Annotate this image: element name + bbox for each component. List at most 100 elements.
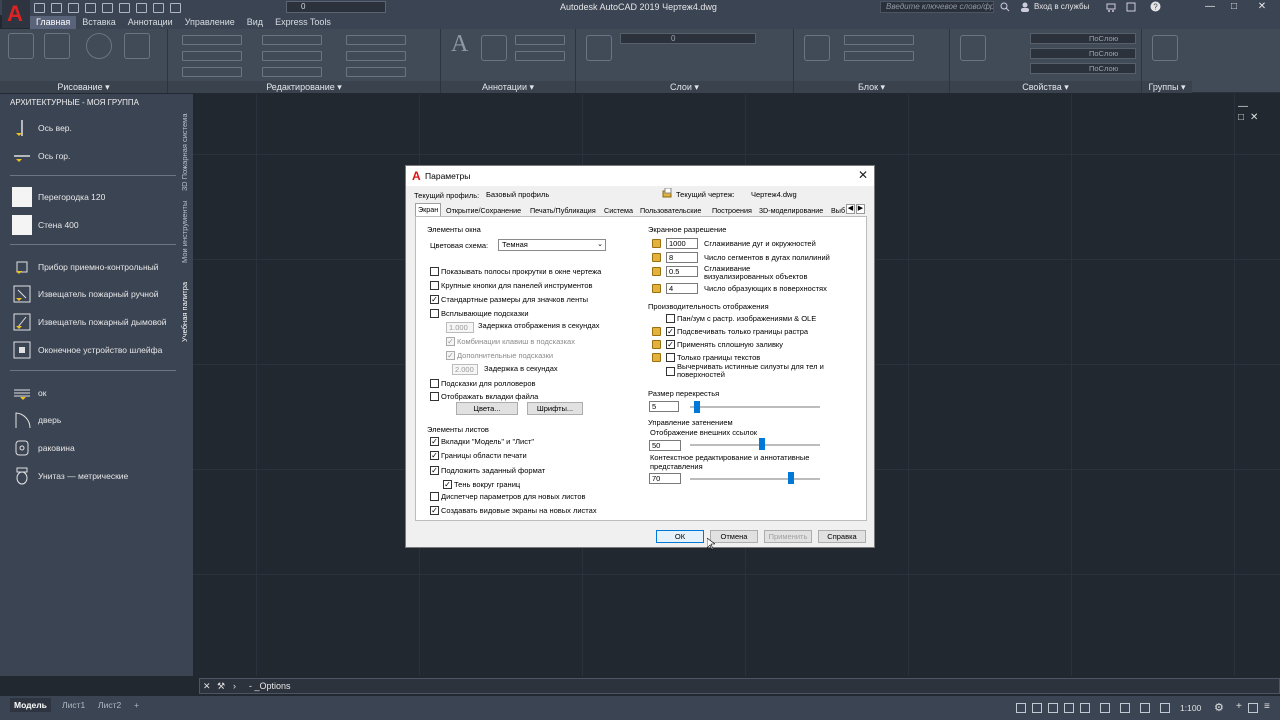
open-icon[interactable] <box>51 2 62 13</box>
fillet-icon[interactable] <box>346 51 406 61</box>
layer-state-icon[interactable] <box>170 2 181 13</box>
help-button[interactable]: Справка <box>818 530 866 543</box>
mirror-icon[interactable] <box>262 51 322 61</box>
ribbon-icons-checkbox[interactable]: ✓ <box>430 295 439 304</box>
palette-item[interactable]: Перегородка 120 <box>12 184 105 210</box>
lineweight-dropdown[interactable]: ПоСлою <box>1030 63 1136 74</box>
line-icon[interactable] <box>8 33 34 59</box>
rotate-icon[interactable] <box>262 35 322 45</box>
tab-express-tools[interactable]: Express Tools <box>269 16 337 29</box>
redo-icon[interactable] <box>136 2 147 13</box>
palette-item[interactable]: Ось гор. <box>12 143 70 169</box>
tab-display[interactable]: Экран <box>415 203 442 216</box>
app-menu-button[interactable]: A <box>2 0 30 28</box>
snap-mode-icon[interactable] <box>1032 703 1042 713</box>
tab-layout2[interactable]: Лист2 <box>94 698 125 712</box>
annotation-visibility-icon[interactable] <box>1120 703 1130 713</box>
tab-insert[interactable]: Вставка <box>76 16 121 29</box>
move-icon[interactable] <box>182 35 242 45</box>
layer-properties-icon[interactable] <box>586 35 612 61</box>
tab-scroll-right-button[interactable]: ▶ <box>856 204 865 214</box>
rollover-tooltips-checkbox[interactable] <box>430 379 439 388</box>
crosshair-size-slider-thumb[interactable] <box>693 401 700 413</box>
plot-icon[interactable] <box>102 2 113 13</box>
panel-title-annotation[interactable]: Аннотации ▾ <box>441 81 575 93</box>
shortcut-keys-checkbox[interactable]: ✓ <box>446 337 455 346</box>
new-icon[interactable] <box>34 2 45 13</box>
tab-manage[interactable]: Управление <box>179 16 241 29</box>
sign-in-link[interactable]: Вход в службы <box>1034 2 1089 11</box>
command-line-text[interactable]: - _Options <box>249 681 291 691</box>
page-setup-manager-checkbox[interactable] <box>430 492 439 501</box>
solid-fill-checkbox[interactable]: ✓ <box>666 340 675 349</box>
copy-icon[interactable] <box>182 51 242 61</box>
palette-item[interactable]: Оконечное устройство шлейфа <box>12 337 162 363</box>
palette-item[interactable]: раковина <box>12 435 75 461</box>
layer-dropdown[interactable]: 0 <box>620 33 756 44</box>
palette-item[interactable]: Прибор приемно-контрольный <box>12 254 159 280</box>
minimize-button[interactable]: — <box>1198 0 1222 14</box>
dimension-icon[interactable] <box>481 35 507 61</box>
plus-icon[interactable]: + <box>1236 701 1242 712</box>
pan-zoom-raster-checkbox[interactable] <box>666 314 675 323</box>
undo-icon[interactable] <box>119 2 130 13</box>
match-properties-icon[interactable] <box>960 35 986 61</box>
highlight-raster-checkbox[interactable]: ✓ <box>666 327 675 336</box>
palette-item[interactable]: Унитаз — метрические <box>12 463 128 489</box>
array-icon[interactable] <box>346 67 406 77</box>
panel-title-block[interactable]: Блок ▾ <box>794 81 949 93</box>
autodesk-a360-icon[interactable] <box>1126 2 1136 12</box>
grid-mode-icon[interactable] <box>1016 703 1026 713</box>
in-place-fade-field[interactable]: 70 <box>649 473 681 484</box>
stretch-icon[interactable] <box>182 67 242 77</box>
polyline-segments-field[interactable]: 8 <box>666 252 698 263</box>
crosshair-size-track[interactable] <box>690 406 820 408</box>
polyline-icon[interactable] <box>44 33 70 59</box>
tooltip-delay-field[interactable]: 1.000 <box>446 322 474 333</box>
tab-home[interactable]: Главная <box>30 16 77 29</box>
annotation-scale-icon[interactable] <box>1160 703 1170 713</box>
palette-item[interactable]: Извещатель пожарный дымовой <box>12 309 167 335</box>
customize-menu-icon[interactable]: ≡ <box>1264 701 1270 712</box>
insert-block-icon[interactable] <box>804 35 830 61</box>
user-icon[interactable] <box>1020 2 1030 12</box>
large-buttons-checkbox[interactable] <box>430 281 439 290</box>
qat-layer-dropdown[interactable]: 0 <box>286 1 386 13</box>
polar-tracking-icon[interactable] <box>1064 703 1074 713</box>
model-layout-tabs-checkbox[interactable]: ✓ <box>430 437 439 446</box>
color-scheme-select[interactable]: Темная ⌄ <box>498 239 606 251</box>
add-layout-button[interactable]: + <box>130 698 143 712</box>
maximize-button[interactable]: □ <box>1222 0 1246 14</box>
lineweight-toggle-icon[interactable] <box>1100 703 1110 713</box>
save-as-icon[interactable] <box>85 2 96 13</box>
tab-model[interactable]: Модель <box>10 698 51 712</box>
ortho-icon[interactable] <box>1048 703 1058 713</box>
panel-title-groups[interactable]: Группы ▾ <box>1142 81 1192 93</box>
group-icon[interactable] <box>1152 35 1178 61</box>
autoscale-icon[interactable] <box>1140 703 1150 713</box>
in-place-fade-track[interactable] <box>690 478 820 480</box>
tab-annotate[interactable]: Аннотации <box>122 16 179 29</box>
wrench-icon[interactable]: ⚒ <box>217 681 225 692</box>
arc-icon[interactable] <box>124 33 150 59</box>
arc-smoothness-field[interactable]: 1000 <box>666 238 698 249</box>
palette-item[interactable]: дверь <box>12 407 61 433</box>
trim-icon[interactable] <box>346 35 406 45</box>
crosshair-size-field[interactable]: 5 <box>649 401 679 412</box>
table-icon[interactable] <box>515 51 565 61</box>
command-line[interactable] <box>199 678 1280 694</box>
palette-tab-my-tools[interactable]: Мои инструменты <box>180 196 192 268</box>
gear-icon[interactable]: ⚙ <box>1214 701 1224 714</box>
close-window-button[interactable]: ✕ <box>1250 0 1274 14</box>
cancel-button[interactable]: Отмена <box>710 530 758 543</box>
panel-title-properties[interactable]: Свойства ▾ <box>950 81 1141 93</box>
cart-icon[interactable] <box>1106 2 1116 12</box>
help-search-input[interactable]: Введите ключевое слово/фразу <box>880 1 994 13</box>
panel-title-layers[interactable]: Слои ▾ <box>576 81 793 93</box>
xref-fade-track[interactable] <box>690 444 820 446</box>
xref-fade-field[interactable]: 50 <box>649 440 681 451</box>
printable-area-checkbox[interactable]: ✓ <box>430 451 439 460</box>
color-dropdown[interactable]: ПоСлою <box>1030 33 1136 44</box>
tab-scroll-left-button[interactable]: ◀ <box>846 204 855 214</box>
in-place-fade-slider-thumb[interactable] <box>788 472 795 484</box>
